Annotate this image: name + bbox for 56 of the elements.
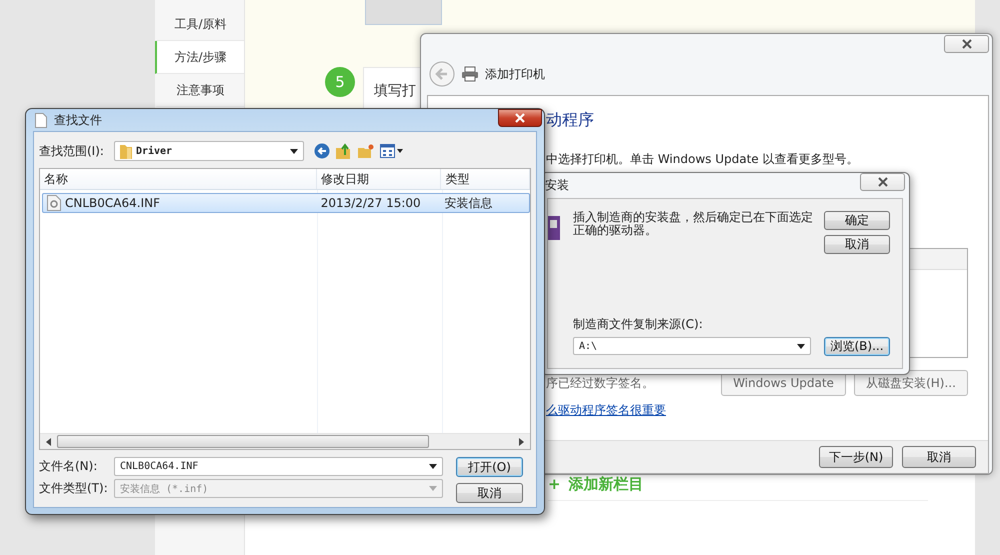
close-button[interactable] [498, 109, 542, 127]
step-title: 填写打 [374, 83, 416, 99]
browse-button[interactable]: 浏览(B)... [824, 337, 890, 356]
look-in-label: 查找范围(I): [39, 142, 104, 160]
close-button[interactable] [860, 173, 905, 191]
printer-icon [461, 66, 479, 82]
file-row[interactable]: CNLB0CA64.INF 2013/2/27 15:00 安装信息 [42, 193, 530, 213]
dropdown-icon [290, 148, 298, 154]
file-cell: 2013/2/27 15:00 [320, 196, 421, 210]
back-icon[interactable] [314, 143, 330, 159]
step-number: 5 [325, 67, 355, 97]
document-icon [35, 112, 47, 128]
close-button[interactable] [944, 35, 989, 53]
file-cell: CNLB0CA64.INF [65, 196, 160, 210]
look-in-combo[interactable]: Driver [114, 141, 304, 161]
sidebar-item[interactable]: 注意事项 [155, 74, 244, 107]
dialog-message: 插入制造商的安装盘，然后确定已在下面选定正确的驱动器。 [573, 211, 813, 239]
dropdown-icon [429, 486, 437, 491]
close-icon [876, 177, 888, 187]
new-folder-icon[interactable] [358, 143, 374, 159]
close-icon [514, 113, 526, 123]
scroll-right-icon[interactable] [519, 438, 525, 446]
wizard-button[interactable]: 从磁盘安装(H)... [854, 370, 968, 396]
folder-up-icon[interactable] [336, 143, 352, 159]
instruction-text: 中选择打印机。单击 Windows Update 以查看更多型号。 [546, 151, 860, 168]
dialog-title: 安装 [544, 177, 569, 194]
page-heading: 动程序 [546, 110, 595, 131]
help-link[interactable]: 么驱动程序签名很重要 [546, 402, 666, 419]
dialog-button[interactable]: 打开(O) [456, 457, 523, 477]
dropdown-icon [429, 464, 437, 469]
window-title: 查找文件 [54, 112, 102, 128]
dialog-button[interactable]: 确定 [824, 211, 890, 230]
file-type-label: 文件类型(T): [39, 480, 109, 497]
view-menu-icon[interactable] [380, 143, 404, 159]
source-label: 制造商文件复制来源(C): [573, 316, 704, 333]
window-title: 添加打印机 [485, 66, 545, 82]
horizontal-scrollbar[interactable] [40, 433, 530, 449]
column-header[interactable]: 修改日期 [316, 169, 442, 189]
sidebar-item[interactable]: 方法/步骤 [155, 41, 244, 74]
column-header[interactable]: 名称 [40, 169, 317, 189]
settings-file-icon [47, 195, 61, 211]
signature-note: 序已经过数字签名。 [546, 374, 655, 392]
source-combo[interactable]: A:\ [573, 337, 811, 355]
scrollbar-thumb[interactable] [57, 435, 429, 448]
dropdown-icon [797, 344, 805, 348]
column-header[interactable]: 类型 [441, 169, 530, 189]
footer-button[interactable]: 下一步(N) [819, 446, 893, 468]
file-name-label: 文件名(N): [39, 458, 98, 475]
dialog-button[interactable]: 取消 [824, 235, 890, 254]
file-name-field[interactable]: CNLB0CA64.INF [114, 457, 443, 476]
folder-icon [120, 143, 132, 159]
file-cell: 安装信息 [444, 194, 493, 212]
dialog-button[interactable]: 取消 [456, 483, 523, 503]
close-icon [960, 39, 972, 49]
scroll-left-icon[interactable] [45, 438, 51, 446]
footer-button[interactable]: 取消 [902, 446, 976, 468]
